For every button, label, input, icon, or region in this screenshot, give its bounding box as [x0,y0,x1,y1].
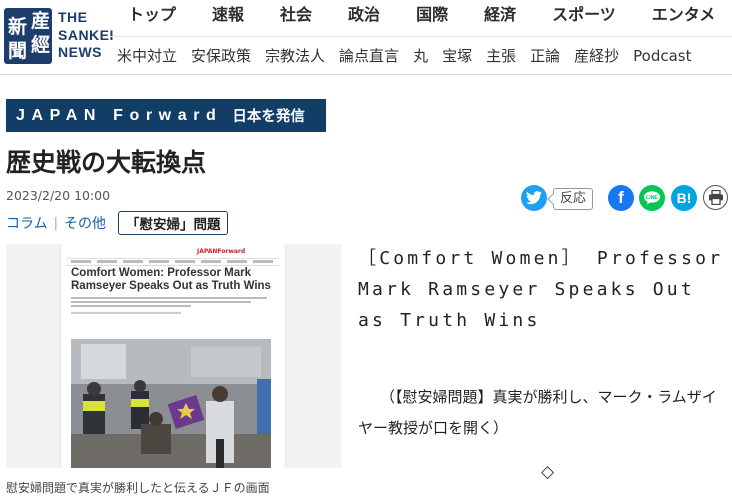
category-link-column[interactable]: コラム [6,213,48,233]
reaction-button[interactable]: 反応 [553,188,594,210]
logo-mark: 産 經 新 聞 [4,8,52,64]
doc-logo: JAPANForward [197,248,246,255]
logo-kanji: 新 [8,16,28,38]
logo-line: SANKEI [58,26,114,43]
article-figure[interactable]: JAPANForward Comfort Women: Professor Ma… [6,244,341,468]
nav-item-economy[interactable]: 経済 [466,0,534,34]
twitter-bird-icon [526,191,542,205]
subnav-item[interactable]: 米中対立 [110,38,184,72]
subnav-item[interactable]: 宗教法人 [258,38,332,72]
logo-line: NEWS [58,44,102,60]
nav-divider [110,36,732,37]
protest-photo [71,339,271,468]
nav-item-society[interactable]: 社会 [262,0,330,34]
banner-jp-label: 日本を発信 [232,109,305,125]
doc-menu-bar [67,258,279,266]
share-bar: 反応 f LINE B! [521,184,731,212]
printer-glyph-icon [708,190,723,205]
article-lead-japanese: （【慰安婦問題】真実が勝利し、マーク・ラムザイヤー教授が口を開く） [358,382,728,444]
hatena-bookmark-icon[interactable]: B! [671,185,697,211]
doc-summary-placeholder [71,295,276,309]
logo-kanji: 産 [31,10,51,32]
logo-kanji: 聞 [8,40,28,62]
logo-wordmark: THE SANKEI NEWS [58,9,114,62]
subnav-item[interactable]: Podcast [626,38,698,72]
print-icon[interactable] [703,185,728,210]
banner-en-label: JAPAN Forward [16,106,223,124]
doc-byline-placeholder [71,312,181,314]
article-title: 歴史戦の大転換点 [6,148,207,177]
subnav-item[interactable]: 正論 [523,38,567,72]
subnav-item[interactable]: 主張 [479,38,523,72]
nav-item-breaking[interactable]: 速報 [194,0,262,34]
nav-item-entertainment[interactable]: エンタメ [634,0,732,34]
subnav-item[interactable]: 安保政策 [184,38,258,72]
line-share-icon[interactable]: LINE [639,185,665,211]
twitter-share-icon[interactable] [521,185,547,211]
svg-text:LINE: LINE [646,195,658,201]
figure-caption: 慰安婦問題で真実が勝利したと伝えるＪＦの画面 [6,481,270,495]
publish-date: 2023/2/20 10:00 [6,188,111,203]
section-separator: ◇ [541,462,555,482]
nav-item-sports[interactable]: スポーツ [534,0,634,34]
article-lead-japanese-text: （【慰安婦問題】真実が勝利し、マーク・ラムザイヤー教授が口を開く） [358,388,717,437]
logo-line: THE [58,9,88,25]
japan-forward-screenshot: JAPANForward Comfort Women: Professor Ma… [61,244,285,468]
primary-nav: トップ 速報 社会 政治 国際 経済 スポーツ エンタメ ラ [110,0,732,34]
site-header: 産 經 新 聞 THE SANKEI NEWS トップ 速報 社会 政治 国際 … [0,0,732,75]
subnav-item[interactable]: 宝塚 [435,38,479,72]
category-list: コラム | その他 「慰安婦」問題 [6,211,229,235]
subnav-item[interactable]: 論点直言 [332,38,406,72]
secondary-nav: 米中対立 安保政策 宗教法人 論点直言 丸 宝塚 主張 正論 産経抄 Podca… [110,38,699,72]
facebook-share-icon[interactable]: f [608,185,634,211]
nav-item-politics[interactable]: 政治 [330,0,398,34]
line-bubble-icon: LINE [644,191,660,205]
category-link-other[interactable]: その他 [64,213,106,233]
subnav-item[interactable]: 丸 [406,38,435,72]
nav-item-world[interactable]: 国際 [398,0,466,34]
nav-item-top[interactable]: トップ [110,0,194,34]
japan-forward-banner[interactable]: JAPAN Forward 日本を発信 [6,99,326,132]
topic-tag[interactable]: 「慰安婦」問題 [117,211,229,235]
article-lead-english: ［Comfort Women］ Professor Mark Ramseyer … [358,248,724,331]
category-separator: | [53,215,58,231]
doc-headline: Comfort Women: Professor Mark Ramseyer S… [71,267,271,292]
subnav-item[interactable]: 産経抄 [567,38,626,72]
sankei-logo[interactable]: 産 經 新 聞 THE SANKEI NEWS [4,6,113,68]
logo-kanji: 經 [31,34,51,56]
